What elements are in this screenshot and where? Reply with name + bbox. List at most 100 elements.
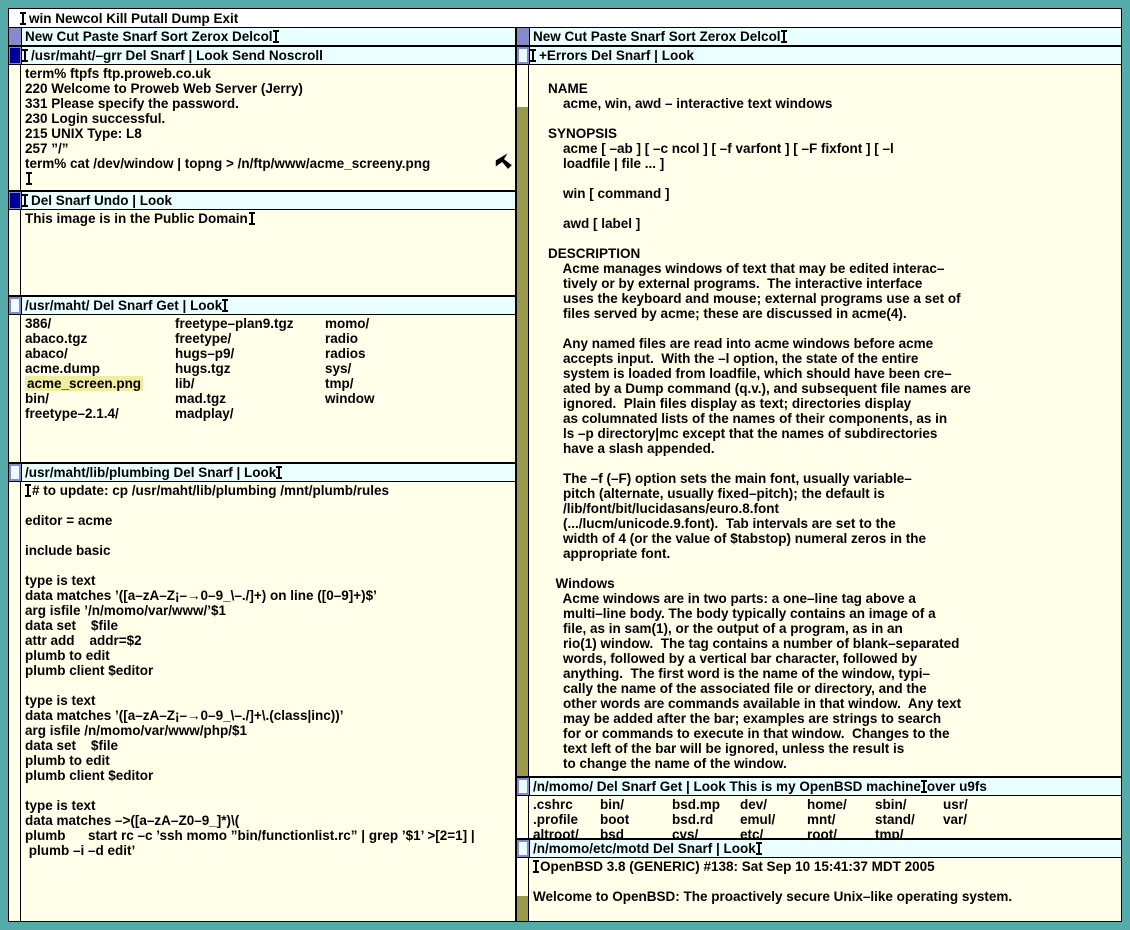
directory-entry[interactable]: freetype–plan9.tgz [175, 316, 325, 331]
scrollbar[interactable] [9, 65, 21, 190]
window-plumbing: /usr/maht/lib/plumbing Del Snarf | Look … [9, 464, 515, 921]
clean-button-icon[interactable] [517, 840, 530, 857]
home-directory-tag-text[interactable]: /usr/maht/ Del Snarf Get | Look [22, 298, 222, 313]
directory-entry[interactable]: bsd.mp [672, 797, 740, 812]
clean-button-icon[interactable] [9, 297, 22, 314]
terminal-tag[interactable]: /usr/maht/–grr Del Snarf | Look Send Nos… [9, 47, 515, 65]
directory-entry[interactable]: freetype–2.1.4/ [25, 406, 175, 421]
text-cursor [276, 466, 282, 479]
directory-entry[interactable]: .profile [533, 812, 600, 827]
window-motd: /n/momo/etc/motd Del Snarf | Look OpenBS… [517, 840, 1121, 921]
note-text[interactable]: This image is in the Public Domain [25, 211, 248, 226]
clean-button-icon[interactable] [517, 47, 530, 64]
right-column-tag[interactable]: New Cut Paste Snarf Sort Zerox Delcol [517, 28, 1121, 47]
directory-entry[interactable]: bin/ [25, 391, 175, 406]
motd-tag-text[interactable]: /n/momo/etc/motd Del Snarf | Look [530, 841, 756, 856]
directory-entry[interactable]: bsd.rd [672, 812, 740, 827]
scrollbar[interactable] [517, 65, 529, 776]
directory-entry[interactable]: .cshrc [533, 797, 600, 812]
dirty-button-icon[interactable] [9, 192, 22, 209]
momo-directory-tag[interactable]: /n/momo/ Del Snarf Get | Look This is my… [517, 778, 1121, 796]
left-column-tag[interactable]: New Cut Paste Snarf Sort Zerox Delcol [9, 28, 515, 47]
plumbing-tag[interactable]: /usr/maht/lib/plumbing Del Snarf | Look [9, 464, 515, 482]
directory-entry[interactable]: abaco.tgz [25, 331, 175, 346]
left-column-commands[interactable]: New Cut Paste Snarf Sort Zerox Delcol [22, 29, 273, 44]
directory-entry[interactable]: radios [325, 346, 475, 361]
scrollbar-thumb[interactable] [517, 858, 528, 896]
man-page-text[interactable]: NAME acme, win, awd – interactive text w… [533, 81, 971, 771]
plumbing-rules-text[interactable]: # to update: cp /usr/maht/lib/plumbing /… [25, 483, 475, 858]
directory-entry[interactable]: emul/ [740, 812, 807, 827]
note-tag[interactable]: Del Snarf Undo | Look [9, 192, 515, 210]
home-directory-body[interactable]: 386/abaco.tgzabaco/acme.dumpacme_screen.… [9, 315, 515, 462]
terminal-tag-text[interactable]: /usr/maht/–grr Del Snarf | Look Send Nos… [28, 48, 323, 63]
errors-body[interactable]: NAME acme, win, awd – interactive text w… [517, 65, 1121, 776]
right-column: New Cut Paste Snarf Sort Zerox Delcol +E… [517, 28, 1121, 921]
motd-body[interactable]: OpenBSD 3.8 (GENERIC) #138: Sat Sep 10 1… [517, 858, 1121, 921]
directory-entry[interactable]: etc/ [740, 827, 807, 838]
dirty-button-icon[interactable] [9, 47, 22, 64]
directory-entry[interactable]: mad.tgz [175, 391, 325, 406]
columns: New Cut Paste Snarf Sort Zerox Delcol /u… [9, 28, 1121, 921]
directory-entry[interactable]: hugs.tgz [175, 361, 325, 376]
text-cursor [533, 860, 539, 873]
directory-entry[interactable]: sys/ [325, 361, 475, 376]
scrollbar[interactable] [9, 482, 21, 921]
plumbing-body[interactable]: # to update: cp /usr/maht/lib/plumbing /… [9, 482, 515, 921]
directory-entry[interactable]: tmp/ [325, 376, 475, 391]
momo-directory-body[interactable]: .cshrc.profilealtroot/ bin/bootbsd bsd.m… [517, 796, 1121, 838]
scrollbar[interactable] [517, 858, 529, 921]
clean-button-icon[interactable] [9, 464, 22, 481]
directory-entry[interactable]: momo/ [325, 316, 475, 331]
directory-entry[interactable]: tmp/ [875, 827, 943, 838]
directory-entry[interactable]: sbin/ [875, 797, 943, 812]
directory-entry[interactable]: madplay/ [175, 406, 325, 421]
terminal-body[interactable]: term% ftpfs ftp.proweb.co.uk 220 Welcome… [9, 65, 515, 190]
scrollbar[interactable] [9, 210, 21, 295]
terminal-output[interactable]: term% ftpfs ftp.proweb.co.uk 220 Welcome… [25, 66, 430, 171]
directory-entry[interactable]: acme.dump [25, 361, 175, 376]
directory-entry[interactable]: radio [325, 331, 475, 346]
directory-entry[interactable]: abaco/ [25, 346, 175, 361]
directory-entry[interactable]: usr/ [943, 797, 1011, 812]
motd-tag[interactable]: /n/momo/etc/motd Del Snarf | Look [517, 840, 1121, 858]
errors-tag-text[interactable]: +Errors Del Snarf | Look [536, 48, 694, 63]
directory-entry[interactable]: home/ [807, 797, 875, 812]
clean-button-icon[interactable] [517, 778, 530, 795]
main-tag-commands[interactable]: win Newcol Kill Putall Dump Exit [26, 11, 238, 26]
directory-entry[interactable]: acme_screen.png [25, 376, 175, 391]
directory-entry[interactable]: boot [600, 812, 672, 827]
errors-tag[interactable]: +Errors Del Snarf | Look [517, 47, 1121, 65]
column-button-icon[interactable] [517, 28, 530, 45]
directory-entry[interactable]: mnt/ [807, 812, 875, 827]
directory-entry[interactable]: cvs/ [672, 827, 740, 838]
directory-entry[interactable]: dev/ [740, 797, 807, 812]
directory-entry[interactable]: freetype/ [175, 331, 325, 346]
momo-tag-text-post[interactable]: over u9fs [927, 779, 987, 794]
main-tag[interactable]: win Newcol Kill Putall Dump Exit [9, 9, 1121, 28]
note-tag-text[interactable]: Del Snarf Undo | Look [28, 193, 172, 208]
directory-entry[interactable]: window [325, 391, 475, 406]
text-cursor [22, 194, 28, 207]
plumbing-tag-text[interactable]: /usr/maht/lib/plumbing Del Snarf | Look [22, 465, 276, 480]
directory-column: .cshrc.profilealtroot/ [533, 797, 600, 838]
directory-entry[interactable]: stand/ [875, 812, 943, 827]
directory-entry[interactable]: 386/ [25, 316, 175, 331]
scrollbar-thumb[interactable] [517, 65, 528, 107]
window-momo-directory: /n/momo/ Del Snarf Get | Look This is my… [517, 778, 1121, 840]
directory-entry[interactable]: bsd [600, 827, 672, 838]
directory-entry[interactable]: altroot/ [533, 827, 600, 838]
momo-tag-text-pre[interactable]: /n/momo/ Del Snarf Get | Look This is my… [530, 779, 921, 794]
note-body[interactable]: This image is in the Public Domain [9, 210, 515, 295]
column-button-icon[interactable] [9, 28, 22, 45]
directory-entry[interactable]: bin/ [600, 797, 672, 812]
directory-entry[interactable]: hugs–p9/ [175, 346, 325, 361]
directory-entry[interactable]: lib/ [175, 376, 325, 391]
home-directory-tag[interactable]: /usr/maht/ Del Snarf Get | Look [9, 297, 515, 315]
scrollbar[interactable] [9, 315, 21, 462]
right-column-commands[interactable]: New Cut Paste Snarf Sort Zerox Delcol [530, 29, 781, 44]
directory-entry[interactable]: root/ [807, 827, 875, 838]
scrollbar[interactable] [517, 796, 529, 838]
directory-entry[interactable]: var/ [943, 812, 1011, 827]
motd-text[interactable]: OpenBSD 3.8 (GENERIC) #138: Sat Sep 10 1… [533, 859, 1012, 904]
